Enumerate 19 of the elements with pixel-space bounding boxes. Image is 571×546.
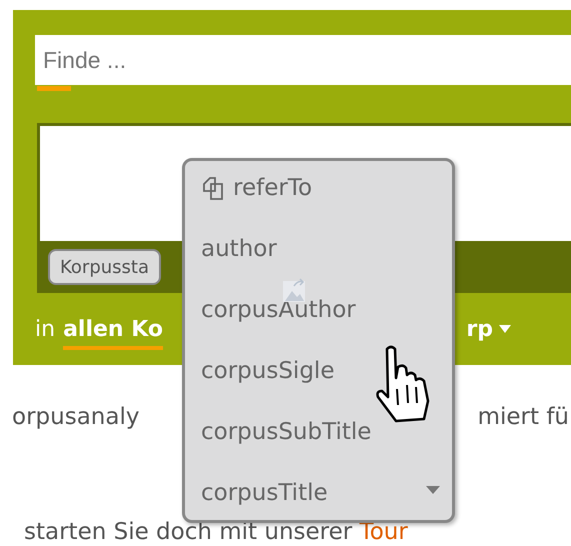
menu-item[interactable]: author: [201, 236, 452, 297]
tour-link[interactable]: Tour: [360, 519, 408, 545]
menu-item[interactable]: corpusSigle: [201, 358, 452, 419]
menu-item[interactable]: corpusAuthor: [201, 297, 452, 358]
scroll-down-icon[interactable]: [426, 486, 440, 494]
menu-item[interactable]: referTo: [201, 175, 452, 236]
corpus-selector[interactable]: allen Ko: [63, 308, 164, 350]
focus-underline: [37, 86, 71, 91]
corpus-selector-end[interactable]: rp: [466, 312, 511, 346]
intro-text-right: miert fü: [478, 403, 569, 431]
corpus-statistics-button[interactable]: Korpussta: [48, 249, 161, 285]
intro-sentence: starten Sie doch mit unserer: [24, 519, 354, 545]
corpus-prefix: in: [35, 316, 56, 344]
search-field[interactable]: Finde ...: [35, 35, 571, 85]
caret-icon: [499, 325, 511, 333]
intro-text-left: orpusanaly: [12, 403, 140, 431]
menu-item[interactable]: corpusTitle: [201, 480, 452, 520]
copy-icon: [201, 175, 225, 201]
menu-item[interactable]: corpusSubTitle: [201, 419, 452, 480]
